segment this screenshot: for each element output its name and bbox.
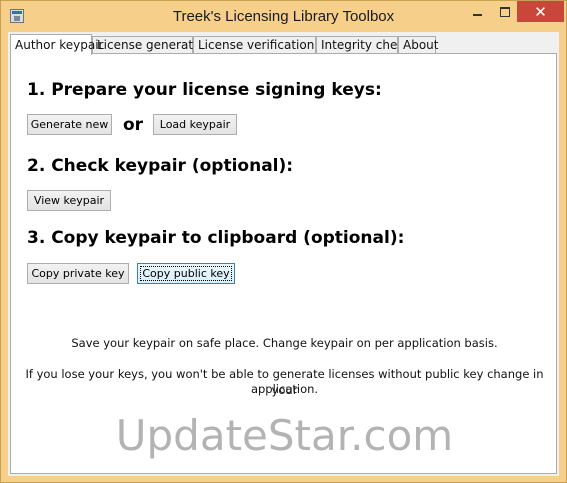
load-keypair-button[interactable]: Load keypair <box>153 114 237 135</box>
tab-license-verification-test[interactable]: License verification test <box>193 36 341 54</box>
view-keypair-button[interactable]: View keypair <box>27 190 111 211</box>
generate-new-button[interactable]: Generate new <box>27 114 112 135</box>
info-text-lose-keys-line2: application. <box>250 382 319 396</box>
close-icon: ✕ <box>534 3 547 21</box>
client-area: Author keypair License generation Licens… <box>8 32 559 476</box>
section3-heading: 3. Copy keypair to clipboard (optional): <box>27 228 405 248</box>
title-bar[interactable]: Treek's Licensing Library Toolbox ✕ <box>1 1 566 32</box>
minimize-icon <box>473 13 482 16</box>
app-window: Treek's Licensing Library Toolbox ✕ Auth… <box>0 0 567 483</box>
copy-public-key-button[interactable]: Copy public key <box>137 263 235 284</box>
tab-strip: Author keypair License generation Licens… <box>8 34 559 55</box>
or-label: or <box>123 115 144 135</box>
tab-license-generation[interactable]: License generation <box>92 36 211 54</box>
tab-integrity-check[interactable]: Integrity check <box>316 36 411 54</box>
copy-private-key-button[interactable]: Copy private key <box>27 263 129 284</box>
section2-heading: 2. Check keypair (optional): <box>27 156 294 176</box>
author-keypair-panel: 1. Prepare your license signing keys: Ge… <box>10 53 557 474</box>
maximize-icon <box>499 6 510 17</box>
tab-author-keypair[interactable]: Author keypair <box>10 34 103 55</box>
updatestar-watermark: UpdateStar.com <box>115 411 454 460</box>
close-button[interactable]: ✕ <box>517 1 564 22</box>
info-text-safe-place: Save your keypair on safe place. Change … <box>71 336 498 350</box>
maximize-button[interactable] <box>491 1 518 22</box>
minimize-button[interactable] <box>464 1 491 22</box>
section1-heading: 1. Prepare your license signing keys: <box>27 80 382 100</box>
tab-about[interactable]: About <box>398 36 438 54</box>
